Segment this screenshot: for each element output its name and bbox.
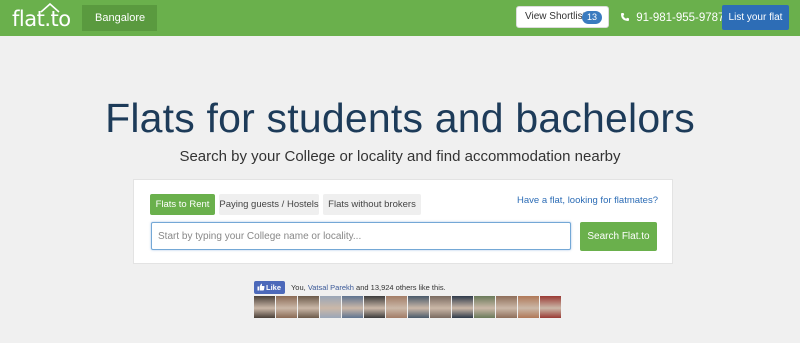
avatar[interactable] [430,296,451,318]
college-locality-search-input[interactable] [151,222,571,250]
phone-text: 91-981-955-9787 [636,12,725,24]
list-your-flat-button[interactable]: List your flat [722,5,789,30]
hero-subtitle: Search by your College or locality and f… [179,148,621,165]
like-prefix: You, [290,283,306,292]
avatar[interactable] [298,296,319,318]
looking-for-flatmates-link[interactable]: Have a flat, looking for flatmates? [517,194,658,208]
like-suffix: and 13,924 others like this. [356,283,446,292]
hero-title: Flats for students and bachelors [105,95,695,141]
avatar[interactable] [364,296,385,318]
friend-name-link[interactable]: Vatsal Parekh [308,283,354,292]
avatar[interactable] [408,296,429,318]
thumbs-up-icon [257,283,265,291]
tab-paying-guests-hostels[interactable]: Paying guests / Hostels [219,194,319,215]
list-flat-label: List your flat [728,12,783,23]
avatar[interactable] [496,296,517,318]
phone-number: 91-981-955-9787 [620,9,724,27]
tab-flats-without-brokers[interactable]: Flats without brokers [323,194,421,215]
shortlist-label: View Shortlist [525,11,586,22]
facebook-like-row: Like You, Vatsal Parekh and 13,924 other… [254,281,446,295]
avatar[interactable] [254,296,275,318]
house-roof-icon [40,3,60,13]
liker-avatars [254,296,562,318]
avatar[interactable] [320,296,341,318]
phone-icon [621,13,629,21]
search-card: Flats to Rent Paying guests / Hostels Fl… [133,179,673,264]
avatar[interactable] [452,296,473,318]
top-navigation-bar: flat.to Bangalore View Shortlist 13 91-9… [0,0,800,36]
view-shortlist-button[interactable]: View Shortlist 13 [516,6,609,28]
city-selector-button[interactable]: Bangalore [82,5,157,31]
avatar[interactable] [386,296,407,318]
tab-label: Flats to Rent [155,199,210,210]
city-label: Bangalore [95,12,146,24]
site-logo[interactable]: flat.to [12,3,71,32]
avatar[interactable] [342,296,363,318]
avatar[interactable] [518,296,539,318]
shortlist-count-badge: 13 [582,11,602,24]
avatar[interactable] [276,296,297,318]
avatar[interactable] [540,296,561,318]
like-label: Like [266,283,282,292]
search-button-label: Search Flat.to [587,231,650,242]
tab-label: Flats without brokers [328,199,416,210]
tab-label: Paying guests / Hostels [219,199,319,210]
search-button[interactable]: Search Flat.to [580,222,657,251]
facebook-like-button[interactable]: Like [254,281,286,294]
tab-flats-to-rent[interactable]: Flats to Rent [150,194,215,215]
avatar[interactable] [474,296,495,318]
